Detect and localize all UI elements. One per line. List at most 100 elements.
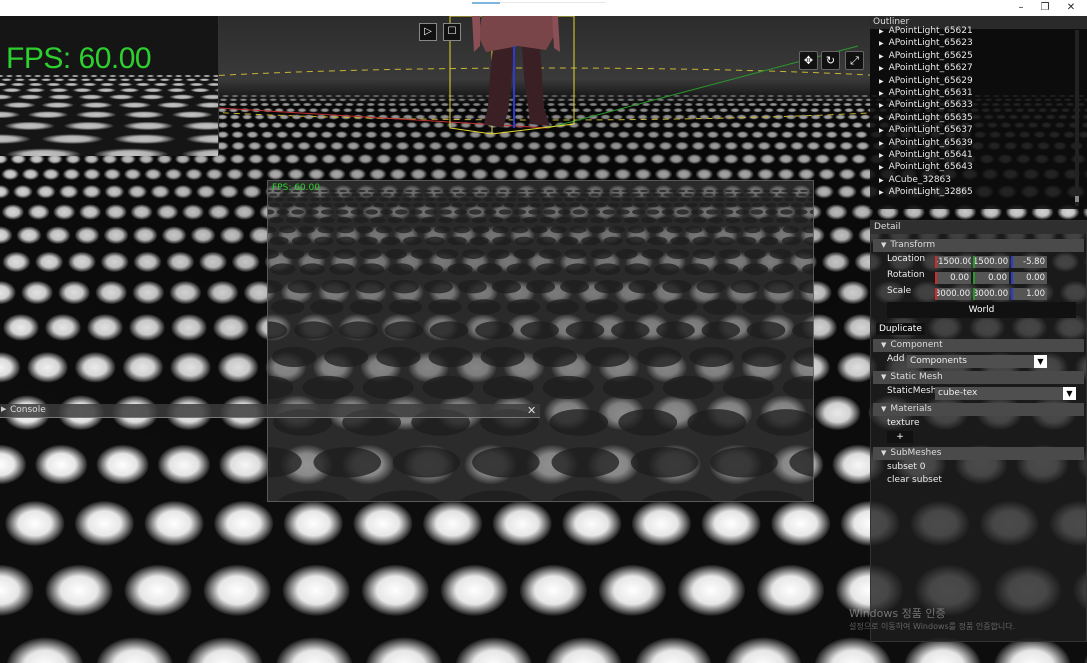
outliner-item[interactable]: ▶ APointLight_65623 bbox=[870, 37, 1087, 49]
rotation-label: Rotation bbox=[887, 270, 925, 280]
expand-arrow-icon[interactable]: ▶ bbox=[879, 127, 884, 134]
scene-objects bbox=[218, 16, 870, 135]
outliner-item[interactable]: ▶ APointLight_65641 bbox=[870, 149, 1087, 161]
outliner-item[interactable]: ▶ APointLight_65633 bbox=[870, 99, 1087, 111]
outliner-item[interactable]: ▶ APointLight_65643 bbox=[870, 161, 1087, 173]
x-axis-marker bbox=[935, 288, 937, 300]
static-mesh-dropdown[interactable]: cube-tex ▼ bbox=[935, 387, 1076, 400]
expand-arrow-icon[interactable]: ▶ bbox=[879, 164, 884, 171]
materials-section-header[interactable]: ▼ Materials bbox=[873, 403, 1084, 416]
outliner-item-label: APointLight_32865 bbox=[888, 187, 973, 198]
rotation-x-field[interactable]: 0.00 bbox=[935, 272, 971, 284]
section-label: SubMeshes bbox=[890, 448, 942, 458]
outliner-item[interactable]: ▶ APointLight_32865 bbox=[870, 186, 1087, 198]
outliner-list[interactable]: ▶ APointLight_65621 ▶ APointLight_65623 ▶ APo… bbox=[870, 25, 1087, 198]
secondary-viewport-center[interactable]: FPS: 60.00 bbox=[267, 180, 814, 502]
outliner-item-label: APointLight_65643 bbox=[888, 162, 973, 173]
secondary-viewport-top-left[interactable]: FPS: 60.00 bbox=[0, 16, 219, 156]
outliner-scrollbar[interactable] bbox=[1075, 30, 1079, 206]
outliner-item-label: APointLight_65635 bbox=[888, 112, 973, 123]
outliner-item[interactable]: ▶ APointLight_65639 bbox=[870, 137, 1087, 149]
outliner-item-label: APointLight_65621 bbox=[888, 26, 973, 36]
section-label: Static Mesh bbox=[890, 372, 943, 382]
y-axis-marker bbox=[973, 272, 975, 284]
x-axis-marker bbox=[935, 256, 937, 268]
subset-item[interactable]: subset 0 bbox=[887, 462, 925, 472]
location-y-field[interactable]: 1500.00 bbox=[973, 256, 1009, 268]
expand-arrow-icon[interactable]: ▶ bbox=[879, 102, 884, 109]
outliner-item[interactable]: ▶ ACube_32863 bbox=[870, 174, 1087, 186]
outliner-item-label: APointLight_65625 bbox=[888, 50, 973, 61]
clear-subset-button[interactable]: clear subset bbox=[887, 475, 942, 485]
close-window-button[interactable]: ✕ bbox=[1060, 1, 1082, 15]
expand-arrow-icon[interactable]: ▶ bbox=[879, 40, 884, 47]
location-x-field[interactable]: -1500.00 bbox=[935, 256, 971, 268]
expand-arrow-icon[interactable]: ▶ bbox=[879, 115, 884, 122]
outliner-item[interactable]: ▶ APointLight_65631 bbox=[870, 87, 1087, 99]
world-space-button[interactable]: World bbox=[887, 302, 1076, 318]
maximize-button[interactable]: ❐ bbox=[1034, 1, 1056, 15]
move-gizmo-button[interactable]: ✥ bbox=[799, 51, 818, 70]
z-axis-marker bbox=[1011, 288, 1013, 300]
expand-arrow-icon[interactable]: ▶ bbox=[879, 28, 884, 35]
detail-title: Detail bbox=[871, 221, 1086, 234]
console-panel[interactable]: ▶ Console ✕ bbox=[0, 404, 540, 418]
expand-arrow-icon[interactable]: ▶ bbox=[879, 78, 884, 85]
scale-label: Scale bbox=[887, 286, 912, 296]
outliner-item-label: APointLight_65623 bbox=[888, 38, 973, 49]
x-axis-marker bbox=[935, 272, 937, 284]
minimize-button[interactable]: – bbox=[1010, 1, 1032, 15]
outliner-item-label: APointLight_65633 bbox=[888, 100, 973, 111]
add-component-dropdown[interactable]: Components ▼ bbox=[907, 355, 1047, 368]
close-icon[interactable]: ✕ bbox=[527, 404, 536, 417]
play-button[interactable]: ▷ bbox=[419, 23, 437, 41]
fps-counter: FPS: 60.00 bbox=[6, 42, 152, 75]
scale-y-field[interactable]: 3000.00 bbox=[973, 288, 1009, 300]
scale-z-field[interactable]: 1.00 bbox=[1011, 288, 1047, 300]
expand-arrow-icon[interactable]: ▶ bbox=[879, 189, 884, 196]
scale-x-field[interactable]: 3000.00 bbox=[935, 288, 971, 300]
static-mesh-section-header[interactable]: ▼ Static Mesh bbox=[873, 371, 1084, 384]
expand-arrow-icon[interactable]: ▶ bbox=[879, 65, 884, 72]
expand-arrow-icon[interactable]: ▶ bbox=[879, 177, 884, 184]
outliner-item-label: APointLight_65637 bbox=[888, 125, 973, 136]
add-material-button[interactable]: + bbox=[887, 431, 913, 443]
outliner-item-label: APointLight_65629 bbox=[888, 75, 973, 86]
outliner-panel[interactable]: Outliner ▶ APointLight_65621 ▶ APointLight_… bbox=[870, 16, 1087, 209]
rotation-z-field[interactable]: 0.00 bbox=[1011, 272, 1047, 284]
outliner-item[interactable]: ▶ APointLight_65627 bbox=[870, 62, 1087, 74]
outliner-item[interactable]: ▶ APointLight_65625 bbox=[870, 50, 1087, 62]
expand-arrow-icon[interactable]: ▶ bbox=[879, 53, 884, 60]
expand-triangle-icon: ▼ bbox=[881, 405, 887, 413]
component-section-header[interactable]: ▼ Component bbox=[873, 339, 1084, 352]
outliner-item-label: ACube_32863 bbox=[888, 174, 951, 185]
outliner-item[interactable]: ▶ APointLight_65629 bbox=[870, 75, 1087, 87]
dropdown-arrow-icon: ▼ bbox=[1063, 387, 1076, 400]
scale-gizmo-button[interactable]: ⤢ bbox=[845, 51, 864, 70]
expand-arrow-icon[interactable]: ▶ bbox=[879, 152, 884, 159]
expand-arrow-icon[interactable]: ▶ bbox=[879, 90, 884, 97]
submeshes-section-header[interactable]: ▼ SubMeshes bbox=[873, 447, 1084, 460]
console-title: Console bbox=[10, 405, 46, 415]
collapse-arrow-icon[interactable]: ▶ bbox=[1, 405, 6, 413]
outliner-item[interactable]: ▶ APointLight_65635 bbox=[870, 112, 1087, 124]
transform-section-header[interactable]: ▼ Transform bbox=[873, 239, 1084, 252]
stop-button[interactable]: ☐ bbox=[443, 23, 461, 41]
material-texture-item[interactable]: texture bbox=[887, 418, 920, 428]
fps-counter-small: FPS: 60.00 bbox=[272, 183, 320, 193]
expand-arrow-icon[interactable]: ▶ bbox=[879, 140, 884, 147]
window-title-bar: – ❐ ✕ bbox=[0, 0, 1087, 16]
location-label: Location bbox=[887, 254, 926, 264]
rotate-gizmo-button[interactable]: ↻ bbox=[821, 51, 840, 70]
detail-panel[interactable]: Detail ▼ Transform Location Rotation Scal… bbox=[870, 220, 1087, 642]
dropdown-arrow-icon: ▼ bbox=[1034, 355, 1047, 368]
location-z-field[interactable]: -5.80 bbox=[1011, 256, 1047, 268]
sub-floor bbox=[268, 189, 813, 501]
duplicate-button[interactable]: Duplicate bbox=[876, 323, 925, 335]
rotation-y-field[interactable]: 0.00 bbox=[973, 272, 1009, 284]
outliner-item[interactable]: ▶ APointLight_65621 bbox=[870, 25, 1087, 37]
tab-indicator bbox=[472, 2, 500, 4]
outliner-item[interactable]: ▶ APointLight_65637 bbox=[870, 124, 1087, 136]
outliner-item-label: APointLight_65631 bbox=[888, 87, 973, 98]
z-axis-marker bbox=[1011, 272, 1013, 284]
